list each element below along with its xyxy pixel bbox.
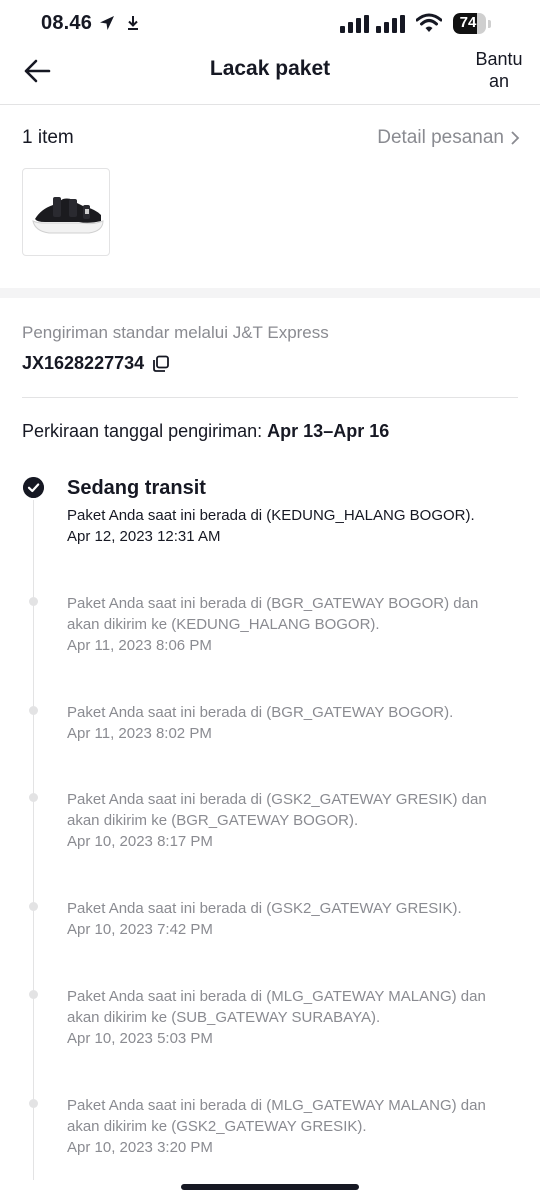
divider bbox=[22, 397, 518, 398]
chevron-right-icon bbox=[511, 131, 520, 145]
order-detail-link[interactable]: Detail pesanan bbox=[377, 127, 520, 149]
timeline-dot bbox=[29, 597, 38, 606]
event-description-line1: Paket Anda saat ini berada di (BGR_GATEW… bbox=[67, 595, 479, 612]
event-description-line1: Paket Anda saat ini berada di (GSK2_GATE… bbox=[67, 900, 462, 917]
item-count: 1 item bbox=[22, 127, 74, 148]
shipping-carrier: Pengiriman standar melalui J&T Express bbox=[22, 323, 329, 342]
event-time: Apr 10, 2023 7:42 PM bbox=[67, 921, 213, 938]
help-label-line2: an bbox=[488, 71, 510, 91]
wifi-icon bbox=[416, 13, 442, 32]
event-time: Apr 11, 2023 8:02 PM bbox=[67, 725, 212, 742]
home-indicator[interactable] bbox=[181, 1184, 359, 1190]
event-time: Apr 10, 2023 8:17 PM bbox=[67, 833, 213, 850]
help-button[interactable]: Bantu an bbox=[470, 48, 528, 92]
section-separator bbox=[0, 288, 540, 298]
event-time: Apr 10, 2023 3:20 PM bbox=[67, 1139, 213, 1156]
tracking-number-row: JX1628227734 bbox=[22, 353, 170, 374]
order-items-section: 1 item Detail pesanan bbox=[0, 105, 540, 288]
estimated-delivery: Perkiraan tanggal pengiriman: Apr 13–Apr… bbox=[22, 421, 389, 442]
checkmark-circle-icon bbox=[23, 477, 44, 498]
copy-icon[interactable] bbox=[152, 355, 170, 373]
page-title: Lacak paket bbox=[209, 57, 331, 80]
current-status-time: Apr 12, 2023 12:31 AM bbox=[67, 528, 221, 545]
event-description-line2: akan dikirim ke (BGR_GATEWAY BOGOR). bbox=[67, 812, 359, 829]
event-description-line1: Paket Anda saat ini berada di (MLG_GATEW… bbox=[67, 988, 486, 1005]
timeline-dot bbox=[29, 1099, 38, 1108]
product-thumbnail[interactable] bbox=[22, 168, 110, 256]
event-description-line1: Paket Anda saat ini berada di (MLG_GATEW… bbox=[67, 1097, 486, 1114]
battery-icon: 74 bbox=[453, 13, 486, 34]
eta-value: Apr 13–Apr 16 bbox=[267, 421, 390, 441]
order-detail-label: Detail pesanan bbox=[377, 127, 504, 148]
sandal-image-icon bbox=[32, 197, 104, 234]
event-description-line2: akan dikirim ke (GSK2_GATEWAY GRESIK). bbox=[67, 1118, 367, 1135]
cellular-signal-icon bbox=[340, 15, 369, 33]
event-description-line1: Paket Anda saat ini berada di (GSK2_GATE… bbox=[67, 791, 487, 808]
event-description-line2: akan dikirim ke (SUB_GATEWAY SURABAYA). bbox=[67, 1009, 381, 1026]
current-status-description: Paket Anda saat ini berada di (KEDUNG_HA… bbox=[67, 507, 475, 524]
tracking-number: JX1628227734 bbox=[22, 353, 145, 373]
event-time: Apr 11, 2023 8:06 PM bbox=[67, 637, 212, 654]
status-time: 08.46 bbox=[41, 12, 93, 34]
top-navigation-bar: Lacak paket Bantu an bbox=[0, 48, 540, 105]
status-bar: 08.46 74 bbox=[0, 0, 540, 48]
event-description-line1: Paket Anda saat ini berada di (BGR_GATEW… bbox=[67, 704, 454, 721]
location-arrow-icon bbox=[100, 16, 114, 30]
download-icon bbox=[128, 16, 138, 30]
cellular-signal-2-icon bbox=[376, 15, 405, 33]
timeline-dot bbox=[29, 706, 38, 715]
timeline-dot bbox=[29, 902, 38, 911]
current-status: Sedang transit bbox=[67, 477, 206, 499]
eta-label: Perkiraan tanggal pengiriman: bbox=[22, 421, 263, 441]
timeline-dot bbox=[29, 793, 38, 802]
help-label-line1: Bantu bbox=[475, 49, 523, 69]
event-time: Apr 10, 2023 5:03 PM bbox=[67, 1030, 213, 1047]
battery-percentage: 74 bbox=[459, 14, 477, 31]
timeline-dot bbox=[29, 990, 38, 999]
event-description-line2: akan dikirim ke (KEDUNG_HALANG BOGOR). bbox=[67, 616, 380, 633]
battery-cap bbox=[488, 20, 491, 28]
